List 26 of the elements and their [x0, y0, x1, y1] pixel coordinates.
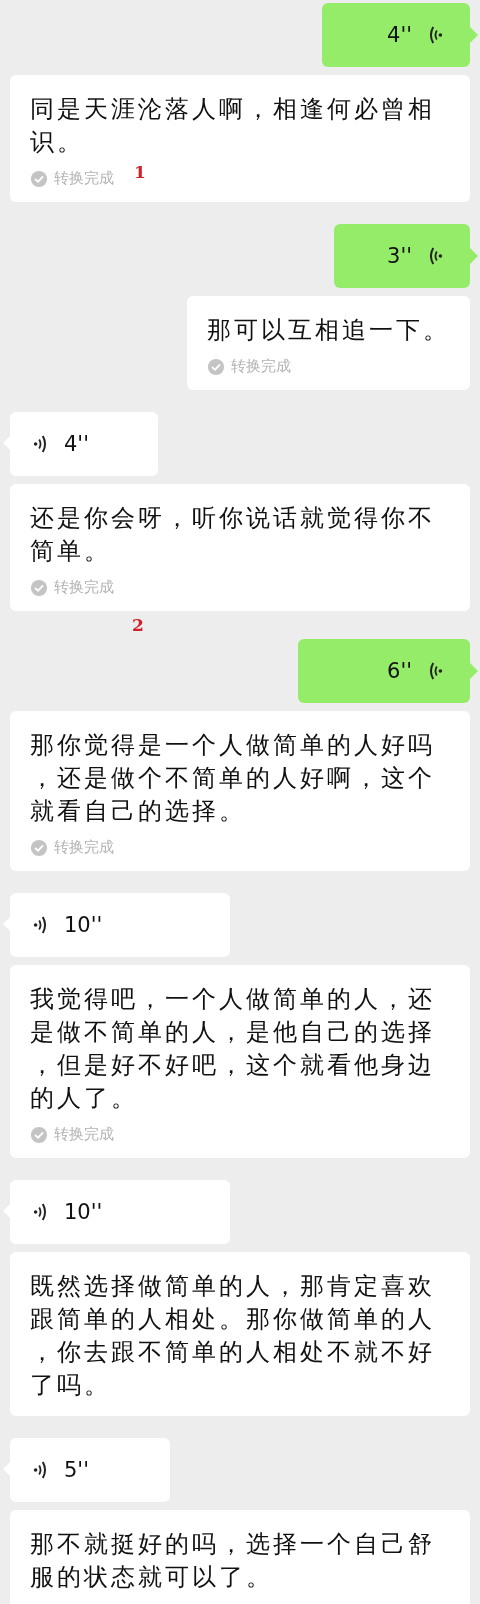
voice-duration: 10'': [64, 1200, 103, 1224]
voice-duration: 6'': [387, 659, 412, 683]
transcript-text: 同是天涯沦落人啊，相逢何必曾相 识。: [30, 94, 436, 158]
transcript-text: 既然选择做简单的人，那肯定喜欢 跟简单的人相处。那你做简单的人 ，你去跟不简单的人相处不就不好 了吗。: [30, 1271, 436, 1401]
voice-duration: 5'': [64, 1458, 89, 1482]
check-icon: [30, 1125, 48, 1144]
transcript-text: 那你觉得是一个人做简单的人好吗 ，还是做个不简单的人好啊，这个 就看自己的选择。: [30, 730, 436, 827]
voice-duration: 4'': [387, 23, 412, 47]
transcript-text: 我觉得吧，一个人做简单的人，还 是做不简单的人，是他自己的选择 ，但是好不好吧，这个就看他身边 的人了。: [30, 984, 436, 1114]
status-text: 转换完成: [54, 1125, 114, 1144]
check-icon: [30, 838, 48, 857]
annotation-number: 1: [134, 162, 146, 182]
transcript-text: 那可以互相追一下。: [207, 315, 450, 346]
transcript-text: 那不就挺好的吗，选择一个自己舒 服的状态就可以了。: [30, 1529, 436, 1593]
status-text: 转换完成: [54, 578, 114, 597]
voice-duration: 3'': [387, 244, 412, 268]
check-icon: [30, 169, 48, 188]
status-text: 转换完成: [231, 357, 291, 376]
annotation-number: 2: [132, 615, 144, 635]
voice-duration: 10'': [64, 913, 103, 937]
check-icon: [30, 578, 48, 597]
check-icon: [207, 357, 225, 376]
transcript-text: 还是你会呀，听你说话就觉得你不 简单。: [30, 503, 436, 567]
status-text: 转换完成: [54, 838, 114, 857]
status-text: 转换完成: [54, 169, 114, 188]
voice-duration: 4'': [64, 432, 89, 456]
